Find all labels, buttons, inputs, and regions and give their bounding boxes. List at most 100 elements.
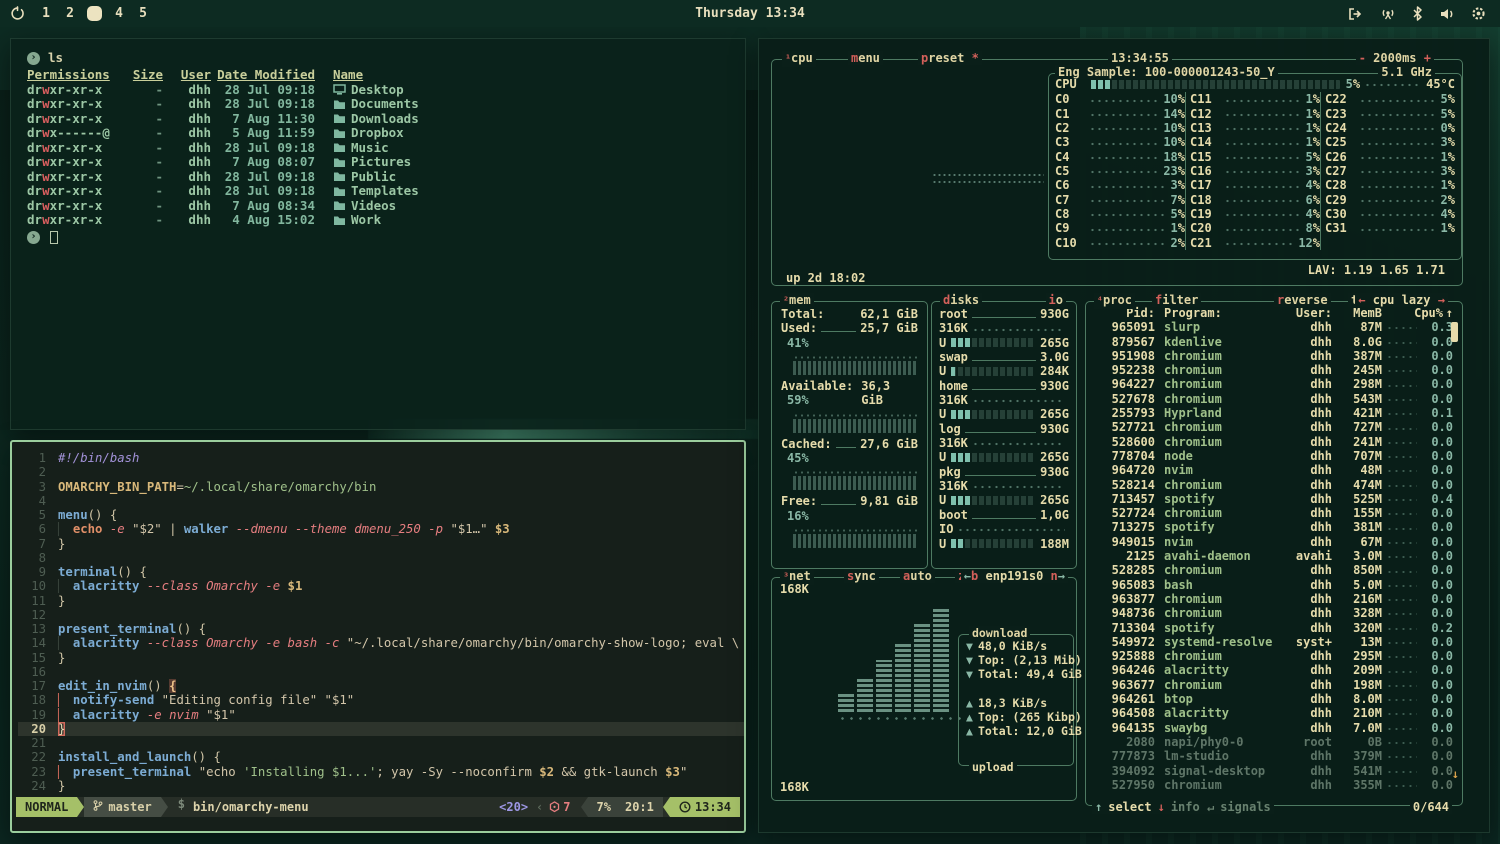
process-row-964246[interactable]: 964246alacrittydhh209M0.0: [1095, 663, 1453, 677]
process-row-963677[interactable]: 963677chromiumdhh198M0.0: [1095, 678, 1453, 692]
reverse-button[interactable]: reverse: [1274, 293, 1331, 307]
file-row-work: drwxr-xr-x-dhh4 Aug 15:02Work: [27, 213, 729, 228]
net-interface-switch[interactable]: ←b enp191s0 n→: [961, 569, 1068, 583]
code-line-4[interactable]: 4: [18, 494, 744, 508]
scroll-down-icon[interactable]: ↓: [1452, 767, 1459, 781]
code-line-22[interactable]: 22install_and_launch() {: [18, 750, 744, 764]
process-row-549972[interactable]: 549972systemd-resolvesyst+13M0.0: [1095, 635, 1453, 649]
disks-panel-title[interactable]: disks: [940, 293, 982, 307]
code-line-21[interactable]: 21: [18, 736, 744, 750]
workspace-1[interactable]: 1: [35, 5, 57, 23]
select-button[interactable]: select: [1108, 800, 1151, 814]
process-row-964135[interactable]: 964135swaybgdhh7.0M0.0: [1095, 721, 1453, 735]
info-button[interactable]: info ↵: [1171, 800, 1214, 814]
process-row-528285[interactable]: 528285chromiumdhh850M0.0: [1095, 563, 1453, 577]
logout-icon[interactable]: [1348, 7, 1364, 21]
process-row-964227[interactable]: 964227chromiumdhh298M0.0: [1095, 377, 1453, 391]
code-line-14[interactable]: 14▏ alacritty --class Omarchy -e bash -c…: [18, 636, 744, 650]
network-icon[interactable]: [1380, 7, 1396, 21]
process-row-951908[interactable]: 951908chromiumdhh387M0.0: [1095, 349, 1453, 363]
proc-scrollbar[interactable]: [1451, 322, 1458, 342]
volume-icon[interactable]: [1439, 7, 1455, 21]
menu-button[interactable]: menu: [848, 51, 883, 65]
editor-window-nvim[interactable]: 1#!/bin/bash23OMARCHY_BIN_PATH=~/.local/…: [10, 440, 746, 833]
code-line-6[interactable]: 6▏ echo -e "$2" | walker --dmenu --theme…: [18, 522, 744, 536]
code-line-1[interactable]: 1#!/bin/bash: [18, 451, 744, 465]
interval-control[interactable]: - 2000ms +: [1356, 51, 1434, 65]
process-row-965091[interactable]: 965091slurpdhh87M0.3: [1095, 320, 1453, 334]
code-line-7[interactable]: 7}: [18, 537, 744, 551]
process-row-528600[interactable]: 528600chromiumdhh241M0.0: [1095, 435, 1453, 449]
code-line-12[interactable]: 12: [18, 608, 744, 622]
cpu-panel-title[interactable]: ¹cpu: [782, 51, 816, 67]
terminal-window-ls[interactable]: › ls Permissions Size User Date Modified…: [10, 38, 746, 430]
process-row-527950[interactable]: 527950chromiumdhh355M0.0: [1095, 778, 1453, 792]
code-line-11[interactable]: 11}: [18, 594, 744, 608]
signals-button[interactable]: signals: [1220, 800, 1271, 814]
process-row-528214[interactable]: 528214chromiumdhh474M0.0: [1095, 478, 1453, 492]
code-line-19[interactable]: 19▏ alacritty -e nvim "$1": [18, 708, 744, 722]
process-row-713275[interactable]: 713275spotifydhh381M0.0: [1095, 520, 1453, 534]
process-list[interactable]: 965091slurpdhh87M0.3879567kdenlivedhh8.0…: [1095, 320, 1453, 792]
process-row-713304[interactable]: 713304spotifydhh320M0.2: [1095, 621, 1453, 635]
disk-home: home930G: [939, 379, 1069, 393]
process-row-2080[interactable]: 2080napi/phy0-0root0B0.0: [1095, 735, 1453, 749]
process-row-965083[interactable]: 965083bashdhh5.0M0.0: [1095, 578, 1453, 592]
code-line-13[interactable]: 13present_terminal() {: [18, 622, 744, 636]
process-row-948736[interactable]: 948736chromiumdhh328M0.0: [1095, 606, 1453, 620]
process-row-964508[interactable]: 964508alacrittydhh210M0.0: [1095, 706, 1453, 720]
process-row-527678[interactable]: 527678chromiumdhh543M0.0: [1095, 392, 1453, 406]
process-row-255793[interactable]: 255793Hyprlanddhh421M0.1: [1095, 406, 1453, 420]
code-line-2[interactable]: 2: [18, 465, 744, 479]
core-grid: C010%C114%C210%C310%C418%C523%C63%C77%C8…: [1055, 92, 1455, 250]
scroll-up-icon[interactable]: ↑: [1443, 306, 1453, 320]
net-auto-button[interactable]: auto: [900, 569, 935, 583]
preset-button[interactable]: preset *: [918, 51, 982, 65]
code-line-17[interactable]: 17edit_in_nvim() {: [18, 679, 744, 693]
net-sync-button[interactable]: sync: [844, 569, 879, 583]
interval-increase[interactable]: +: [1424, 51, 1431, 65]
omarchy-logo-icon[interactable]: [10, 6, 25, 21]
filter-button[interactable]: filter: [1152, 293, 1201, 307]
code-line-23[interactable]: 23▏ present_terminal "echo 'Installing $…: [18, 765, 744, 779]
process-row-2125[interactable]: 2125avahi-daemonavahi3.0M0.0: [1095, 549, 1453, 563]
settings-icon[interactable]: [1471, 6, 1486, 21]
bluetooth-icon[interactable]: [1412, 6, 1423, 21]
code-line-10[interactable]: 10▏ alacritty --class Omarchy -e $1: [18, 579, 744, 593]
sort-mode-switch[interactable]: ← cpu lazy →: [1355, 293, 1448, 307]
git-branch: master: [84, 797, 160, 817]
code-line-20[interactable]: 20}: [18, 722, 744, 736]
code-line-18[interactable]: 18▏ notify-send "Editing config file" "$…: [18, 693, 744, 707]
interval-decrease[interactable]: -: [1359, 51, 1366, 65]
code-line-16[interactable]: 16: [18, 665, 744, 679]
mem-panel-title[interactable]: ²mem: [780, 293, 814, 309]
process-row-713457[interactable]: 713457spotifydhh525M0.4: [1095, 492, 1453, 506]
code-line-3[interactable]: 3OMARCHY_BIN_PATH=~/.local/share/omarchy…: [18, 480, 744, 494]
process-row-777873[interactable]: 777873lm-studiodhh379M0.0: [1095, 749, 1453, 763]
process-row-394092[interactable]: 394092signal-desktopdhh541M0.0: [1095, 764, 1453, 778]
process-row-778704[interactable]: 778704nodedhh707M0.0: [1095, 449, 1453, 463]
code-line-24[interactable]: 24}: [18, 779, 744, 793]
btop-window[interactable]: ¹cpu menu preset * 13:34:55 - 2000ms + E…: [758, 38, 1490, 833]
process-row-527721[interactable]: 527721chromiumdhh727M0.0: [1095, 420, 1453, 434]
code-line-15[interactable]: 15}: [18, 651, 744, 665]
code-line-9[interactable]: 9terminal() {: [18, 565, 744, 579]
proc-panel-title[interactable]: ⁴proc: [1094, 293, 1135, 309]
process-row-925888[interactable]: 925888chromiumdhh295M0.0: [1095, 649, 1453, 663]
process-row-963877[interactable]: 963877chromiumdhh216M0.0: [1095, 592, 1453, 606]
code-area[interactable]: 1#!/bin/bash23OMARCHY_BIN_PATH=~/.local/…: [18, 451, 744, 793]
process-row-964261[interactable]: 964261btopdhh8.0M0.0: [1095, 692, 1453, 706]
process-row-949015[interactable]: 949015nvimdhh67M0.0: [1095, 535, 1453, 549]
workspace-3[interactable]: [87, 6, 102, 21]
code-line-8[interactable]: 8: [18, 551, 744, 565]
code-line-5[interactable]: 5menu() {: [18, 508, 744, 522]
process-row-879567[interactable]: 879567kdenlivedhh8.0G0.0: [1095, 335, 1453, 349]
io-mode-button[interactable]: io: [1046, 293, 1066, 307]
process-row-964720[interactable]: 964720nvimdhh48M0.0: [1095, 463, 1453, 477]
disk-usage-bar: [951, 338, 1035, 347]
workspace-4[interactable]: 4: [108, 5, 130, 23]
process-row-527724[interactable]: 527724chromiumdhh155M0.0: [1095, 506, 1453, 520]
process-row-952238[interactable]: 952238chromiumdhh245M0.0: [1095, 363, 1453, 377]
workspace-2[interactable]: 2: [59, 5, 81, 23]
workspace-5[interactable]: 5: [132, 5, 154, 23]
